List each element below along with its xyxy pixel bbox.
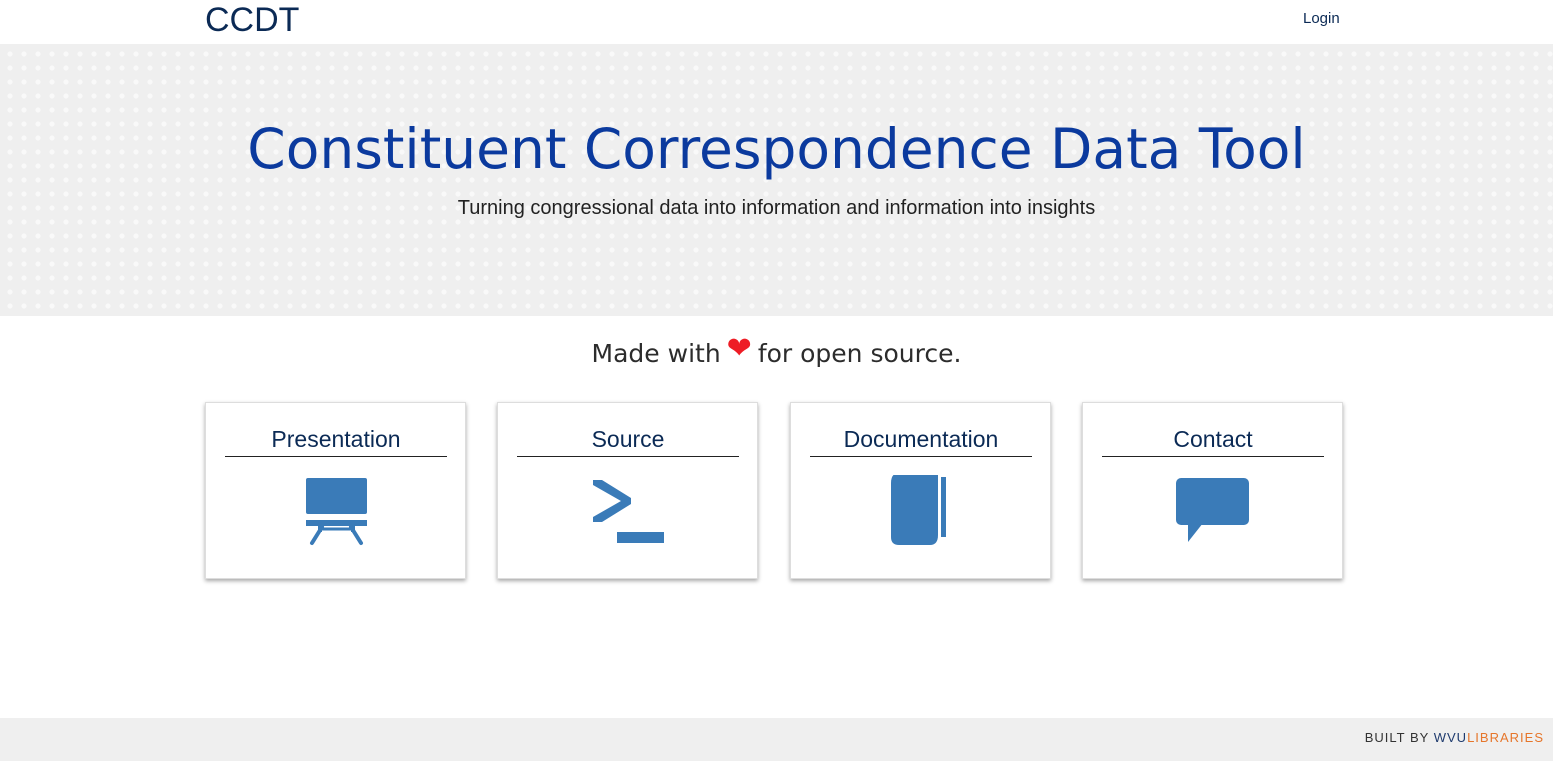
presentation-icon — [306, 478, 367, 545]
page-footer: BUILT BY WVULIBRARIES — [0, 718, 1553, 761]
built-by-label: BUILT BY — [1364, 730, 1430, 745]
contact-card[interactable]: Contact — [1082, 402, 1343, 579]
libraries-label: LIBRARIES — [1467, 730, 1544, 745]
hero-banner: Constituent Correspondence Data Tool Tur… — [0, 44, 1553, 316]
brand-link[interactable]: CCDT — [205, 0, 299, 40]
top-navbar: CCDT Login — [0, 0, 1553, 44]
login-link[interactable]: Login — [1303, 10, 1340, 27]
presentation-card-title: Presentation — [225, 423, 447, 457]
terminal-icon — [593, 480, 664, 543]
documentation-card-title: Documentation — [810, 423, 1032, 457]
contact-card-title: Contact — [1102, 423, 1324, 457]
comment-icon — [1176, 478, 1249, 542]
source-card-title: Source — [517, 423, 739, 457]
heart-icon: ❤ — [726, 331, 752, 366]
documentation-card[interactable]: Documentation — [790, 402, 1051, 579]
page-title: Constituent Correspondence Data Tool — [247, 117, 1306, 181]
book-icon — [891, 475, 946, 545]
page-subtitle: Turning congressional data into informat… — [457, 197, 1096, 219]
built-by-credit: BUILT BY WVULIBRARIES — [1365, 730, 1544, 745]
made-with-suffix: for open source. — [757, 339, 962, 368]
presentation-card[interactable]: Presentation — [205, 402, 466, 579]
wvu-label: WVU — [1433, 730, 1468, 745]
made-with-prefix: Made with — [591, 339, 721, 368]
source-card[interactable]: Source — [497, 402, 758, 579]
made-with-tagline: Made with ❤ for open source. — [0, 332, 1553, 371]
